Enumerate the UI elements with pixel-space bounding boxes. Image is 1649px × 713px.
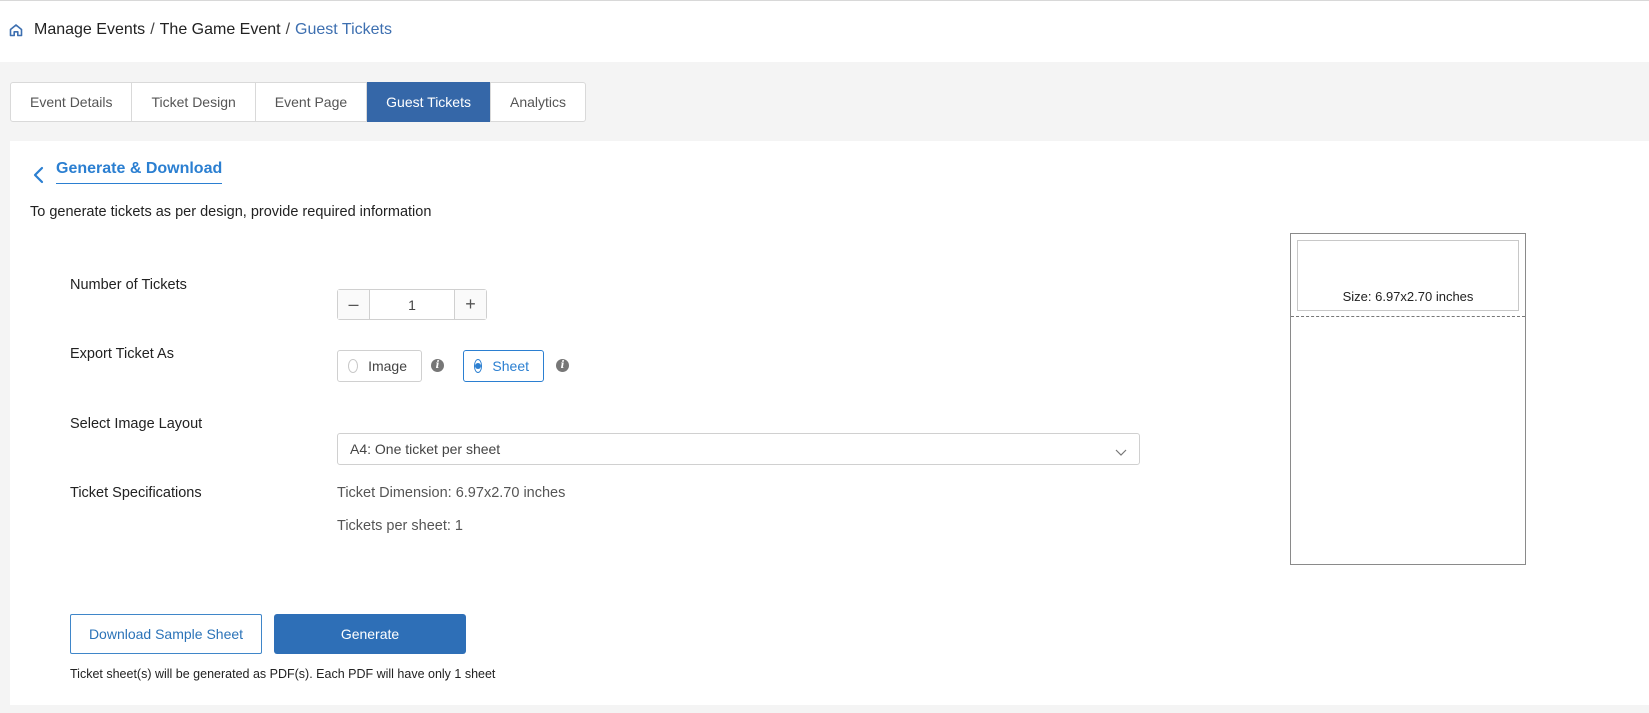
decrement-button[interactable]: – [338, 290, 370, 319]
breadcrumb-item-event[interactable]: The Game Event [160, 21, 281, 39]
radio-circle-selected [474, 359, 483, 373]
ticket-size-label: Size: 6.97x2.70 inches [1342, 289, 1474, 304]
layout-label: Select Image Layout [70, 416, 203, 432]
spec-per-sheet: Tickets per sheet: 1 [337, 518, 463, 534]
breadcrumb-item-manage-events[interactable]: Manage Events [34, 21, 145, 39]
tab-guest-tickets[interactable]: Guest Tickets [367, 82, 491, 122]
tab-event-page[interactable]: Event Page [256, 83, 368, 121]
page-header: Manage Events / The Game Event / Guest T… [0, 1, 1649, 62]
breadcrumb: Manage Events / The Game Event / Guest T… [8, 21, 392, 39]
sheet-preview: Size: 6.97x2.70 inches [1290, 233, 1526, 565]
generate-button[interactable]: Generate [274, 614, 466, 654]
spec-label: Ticket Specifications [70, 485, 202, 501]
home-icon[interactable] [8, 22, 24, 38]
intro-text: To generate tickets as per design, provi… [30, 204, 432, 220]
radio-label-image: Image [368, 358, 407, 374]
info-icon[interactable]: i [556, 359, 569, 372]
tab-analytics[interactable]: Analytics [491, 83, 585, 121]
cut-line [1291, 316, 1525, 317]
back-row: Generate & Download [32, 159, 223, 185]
export-label: Export Ticket As [70, 346, 174, 362]
spec-dimension: Ticket Dimension: 6.97x2.70 inches [337, 485, 566, 501]
chevron-down-icon [1115, 444, 1127, 456]
quantity-value[interactable]: 1 [370, 290, 454, 319]
export-image-radio[interactable]: Image [337, 350, 422, 382]
quantity-stepper: – 1 + [337, 289, 487, 320]
section-title: Generate & Download [56, 160, 223, 184]
chevron-left-icon[interactable] [32, 165, 46, 185]
layout-select[interactable]: A4: One ticket per sheet [337, 433, 1140, 465]
tab-ticket-design[interactable]: Ticket Design [132, 83, 256, 121]
download-sample-button[interactable]: Download Sample Sheet [70, 614, 262, 654]
export-sheet-radio[interactable]: Sheet [463, 350, 544, 382]
pdf-note: Ticket sheet(s) will be generated as PDF… [70, 667, 496, 681]
breadcrumb-separator: / [285, 21, 291, 38]
radio-label-sheet: Sheet [492, 358, 529, 374]
layout-select-value: A4: One ticket per sheet [350, 441, 501, 457]
info-icon[interactable]: i [431, 359, 444, 372]
radio-circle [348, 359, 359, 373]
generate-panel: Generate & Download To generate tickets … [10, 141, 1649, 705]
radio-dot [475, 363, 482, 369]
increment-button[interactable]: + [454, 290, 486, 319]
event-tabs: Event Details Ticket Design Event Page G… [10, 82, 587, 122]
breadcrumb-separator: / [150, 21, 155, 38]
tab-event-details[interactable]: Event Details [11, 83, 133, 121]
num-tickets-label: Number of Tickets [70, 277, 187, 293]
breadcrumb-current: Guest Tickets [295, 21, 392, 38]
